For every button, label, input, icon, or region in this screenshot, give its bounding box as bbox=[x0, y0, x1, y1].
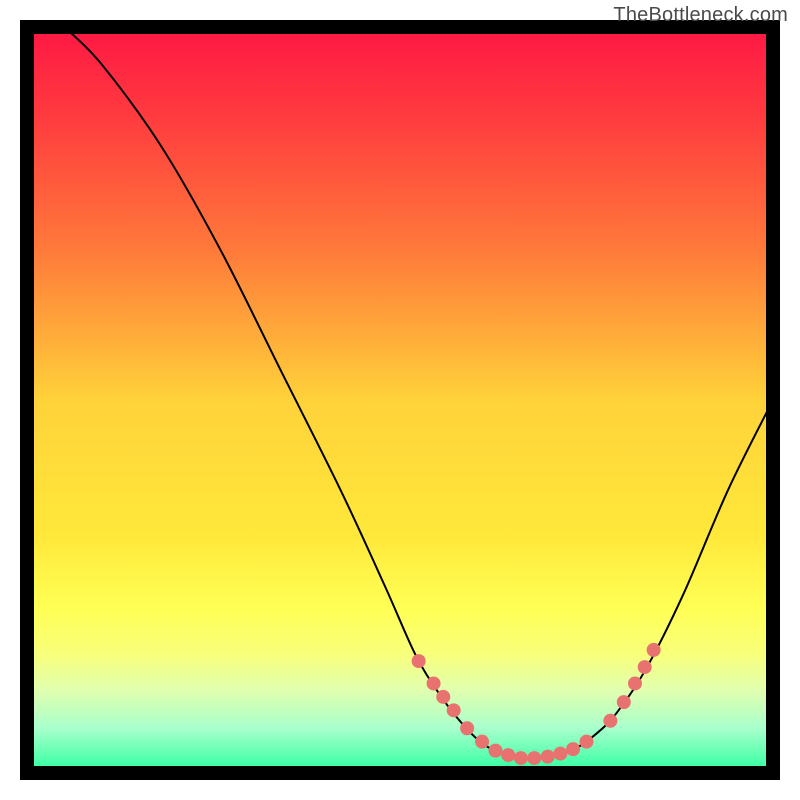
data-marker bbox=[553, 747, 567, 761]
data-marker bbox=[447, 703, 461, 717]
data-marker bbox=[580, 735, 594, 749]
data-marker bbox=[566, 742, 580, 756]
data-marker bbox=[603, 714, 617, 728]
plot-area bbox=[27, 27, 773, 773]
data-marker bbox=[488, 744, 502, 758]
data-marker bbox=[647, 643, 661, 657]
data-marker bbox=[412, 654, 426, 668]
data-marker bbox=[628, 676, 642, 690]
data-marker bbox=[501, 748, 515, 762]
data-marker bbox=[436, 690, 450, 704]
gradient-background bbox=[27, 27, 773, 773]
chart-container: TheBottleneck.com bbox=[0, 0, 800, 800]
data-marker bbox=[638, 660, 652, 674]
data-marker bbox=[460, 721, 474, 735]
data-marker bbox=[617, 695, 631, 709]
data-marker bbox=[527, 751, 541, 765]
data-marker bbox=[427, 676, 441, 690]
data-marker bbox=[541, 750, 555, 764]
bottleneck-chart bbox=[0, 0, 800, 800]
watermark-text: TheBottleneck.com bbox=[613, 4, 788, 27]
data-marker bbox=[475, 735, 489, 749]
data-marker bbox=[514, 751, 528, 765]
